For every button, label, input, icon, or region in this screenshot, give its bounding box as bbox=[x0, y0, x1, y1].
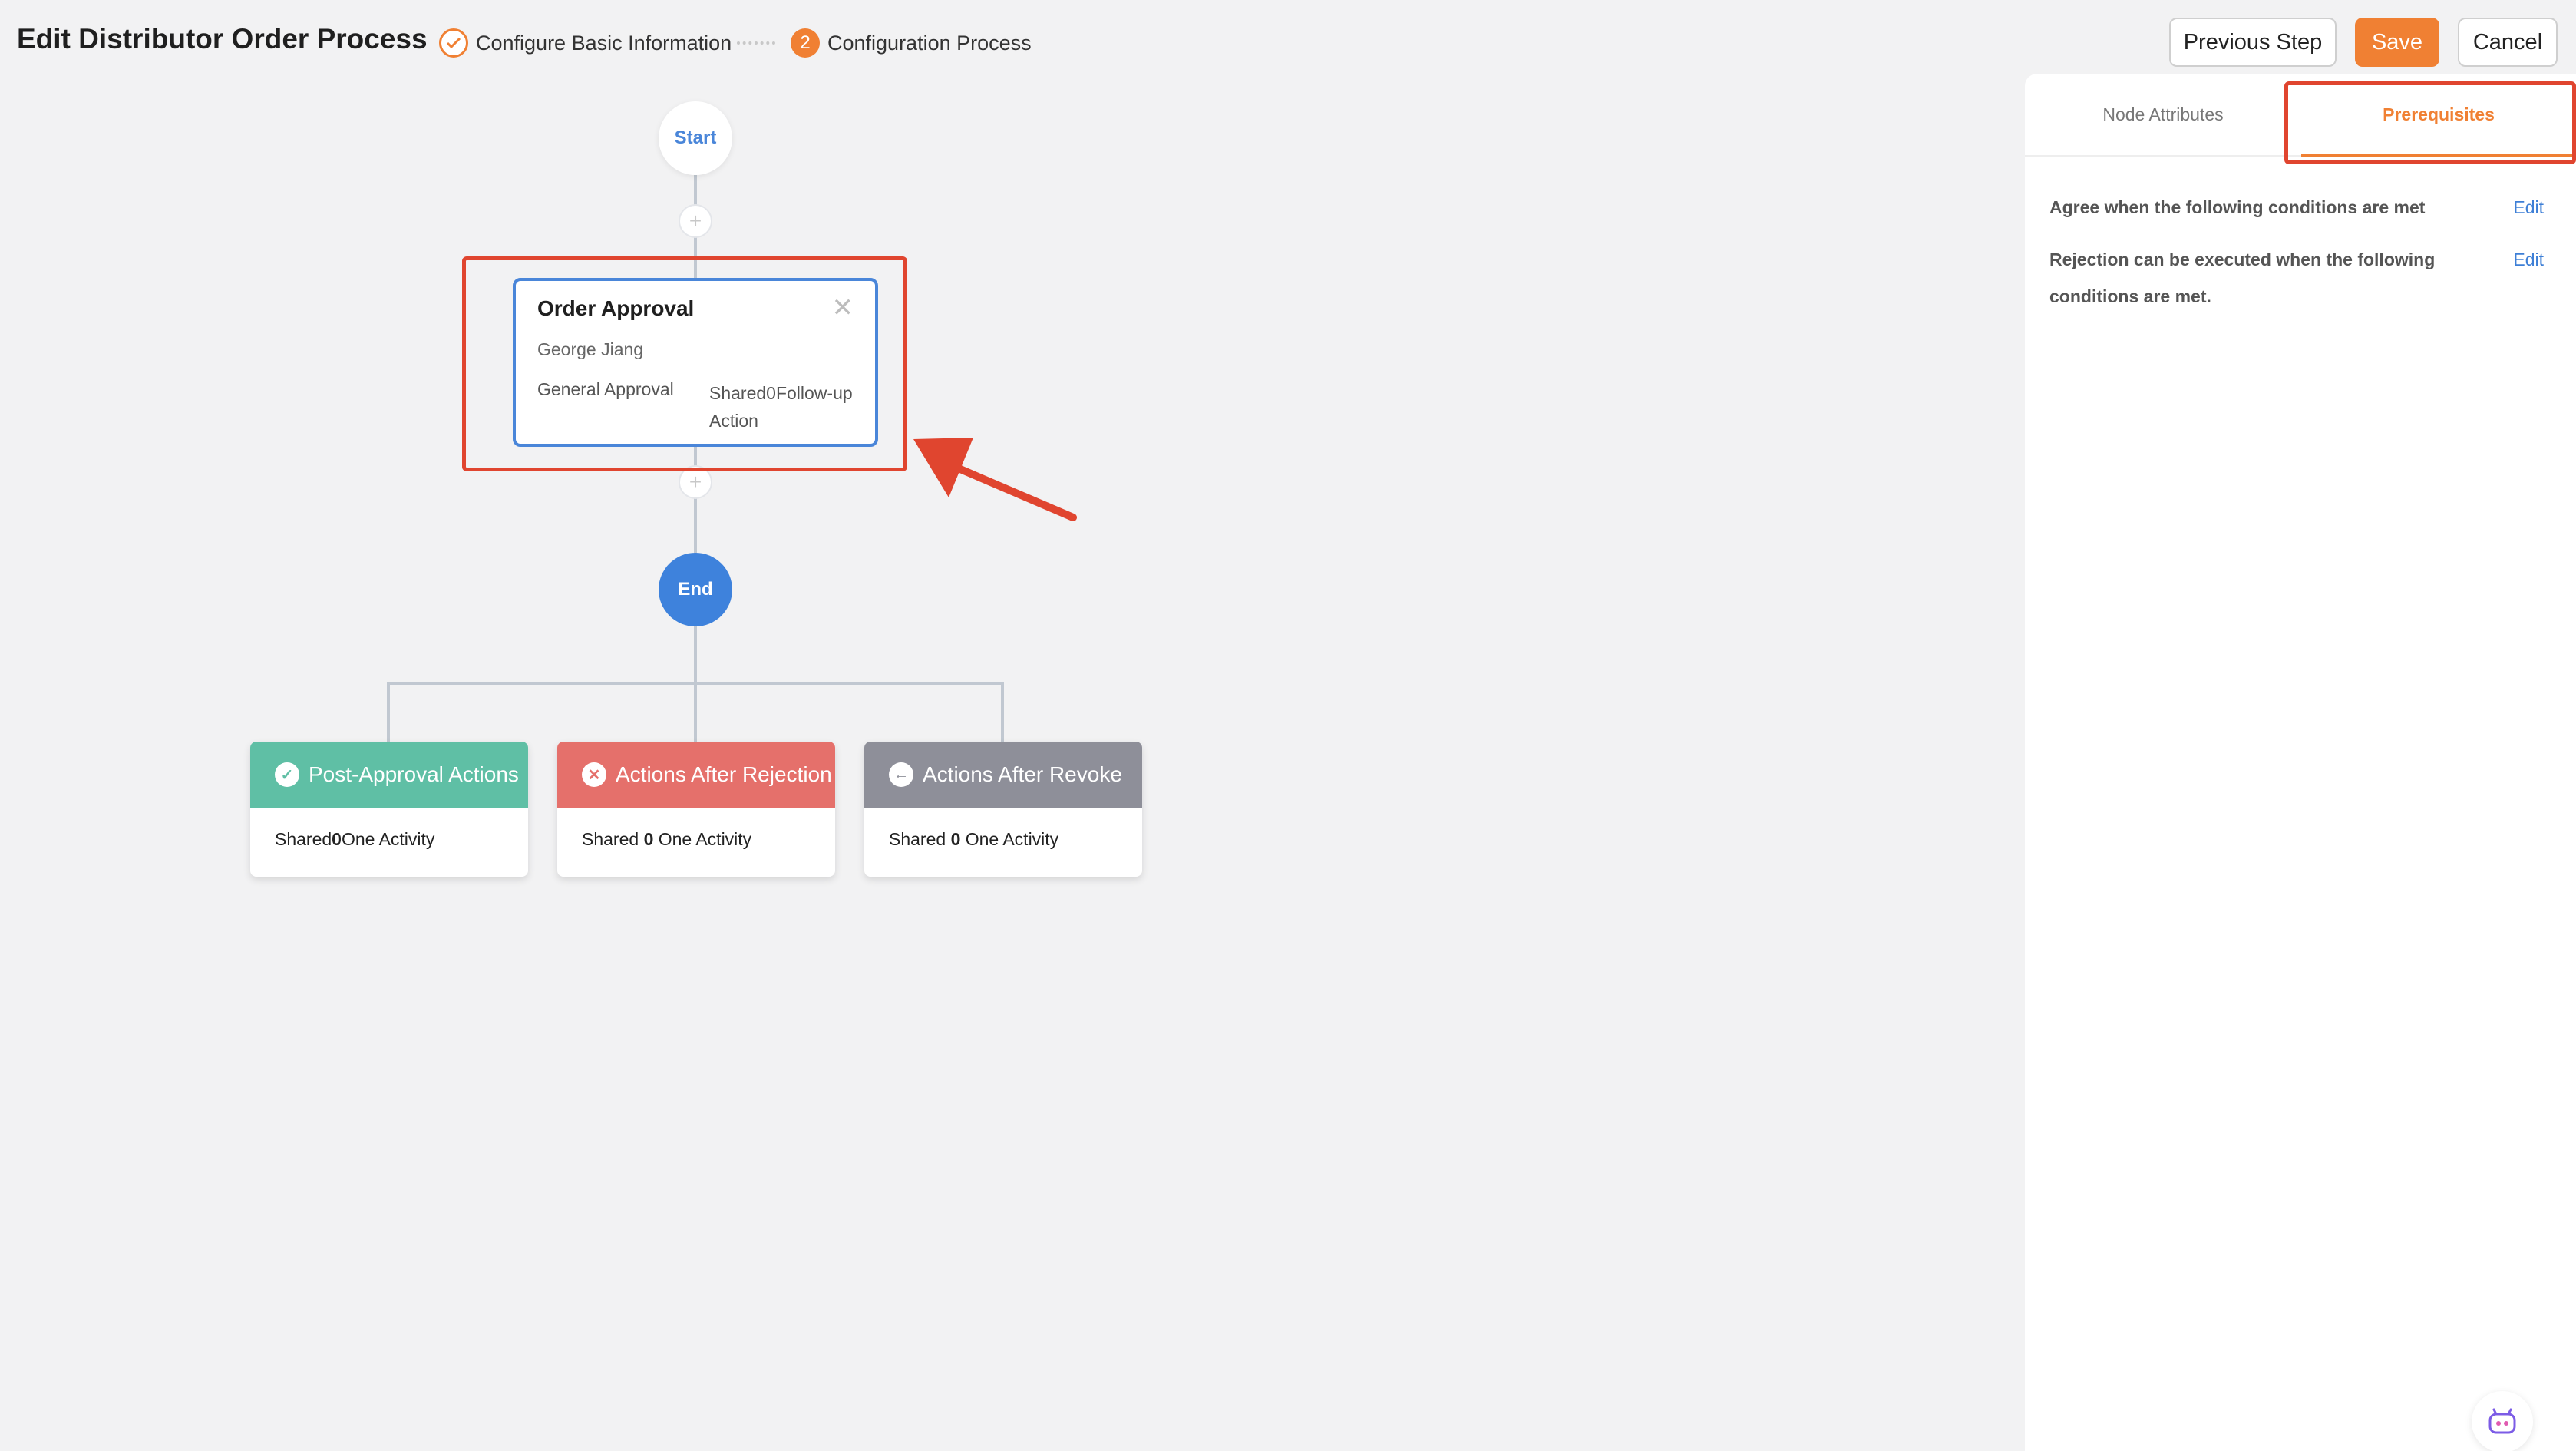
check-circle-icon: ✓ bbox=[275, 762, 299, 787]
rejection-condition-label: Rejection can be executed when the follo… bbox=[2049, 250, 2436, 306]
cancel-button[interactable]: Cancel bbox=[2458, 18, 2558, 67]
save-button[interactable]: Save bbox=[2355, 18, 2439, 67]
agree-condition-label: Agree when the following conditions are … bbox=[2049, 197, 2426, 217]
card-title: Actions After Rejection bbox=[616, 762, 832, 786]
check-icon bbox=[439, 28, 468, 58]
header: Edit Distributor Order Process Configure… bbox=[0, 0, 2576, 84]
step-configure-basic-info[interactable]: Configure Basic Information bbox=[439, 28, 732, 58]
card-title: Post-Approval Actions bbox=[309, 762, 519, 786]
start-node[interactable]: Start bbox=[659, 101, 732, 175]
assistant-bot-icon[interactable] bbox=[2472, 1391, 2533, 1451]
highlight-box bbox=[2284, 81, 2576, 164]
card-body: Shared 0 One Activity bbox=[889, 829, 1059, 849]
step-label: Configuration Process bbox=[827, 31, 1032, 55]
highlight-box bbox=[462, 256, 907, 471]
agree-condition-edit-link[interactable]: Edit bbox=[2513, 189, 2544, 226]
connector-line bbox=[1001, 682, 1004, 742]
card-title: Actions After Revoke bbox=[923, 762, 1122, 786]
card-body: Shared 0 One Activity bbox=[582, 829, 752, 849]
page-title: Edit Distributor Order Process bbox=[17, 23, 428, 55]
annotation-arrow-icon bbox=[913, 438, 1077, 521]
connector-line bbox=[387, 682, 1004, 685]
previous-step-button[interactable]: Previous Step bbox=[2169, 18, 2337, 67]
actions-after-revoke-card[interactable]: ← Actions After Revoke Shared 0 One Acti… bbox=[864, 742, 1142, 877]
card-body: Shared0One Activity bbox=[275, 829, 435, 849]
step-label: Configure Basic Information bbox=[476, 31, 732, 55]
post-approval-actions-card[interactable]: ✓ Post-Approval Actions Shared0One Activ… bbox=[250, 742, 528, 877]
properties-panel: Node Attributes Prerequisites Agree when… bbox=[2025, 74, 2576, 1451]
back-arrow-icon: ← bbox=[889, 762, 913, 787]
card-header: ✕ Actions After Rejection bbox=[557, 742, 835, 808]
rejection-condition-edit-link[interactable]: Edit bbox=[2513, 241, 2544, 278]
tab-node-attributes[interactable]: Node Attributes bbox=[2025, 74, 2301, 155]
end-node[interactable]: End bbox=[659, 553, 732, 626]
x-circle-icon: ✕ bbox=[582, 762, 606, 787]
step-number: 2 bbox=[791, 28, 820, 58]
step-configuration-process[interactable]: 2 Configuration Process bbox=[791, 28, 1032, 58]
card-header: ✓ Post-Approval Actions bbox=[250, 742, 528, 808]
actions-after-rejection-card[interactable]: ✕ Actions After Rejection Shared 0 One A… bbox=[557, 742, 835, 877]
add-node-button[interactable]: + bbox=[679, 204, 712, 238]
card-header: ← Actions After Revoke bbox=[864, 742, 1142, 808]
step-connector bbox=[737, 41, 775, 45]
connector-line bbox=[387, 682, 390, 742]
